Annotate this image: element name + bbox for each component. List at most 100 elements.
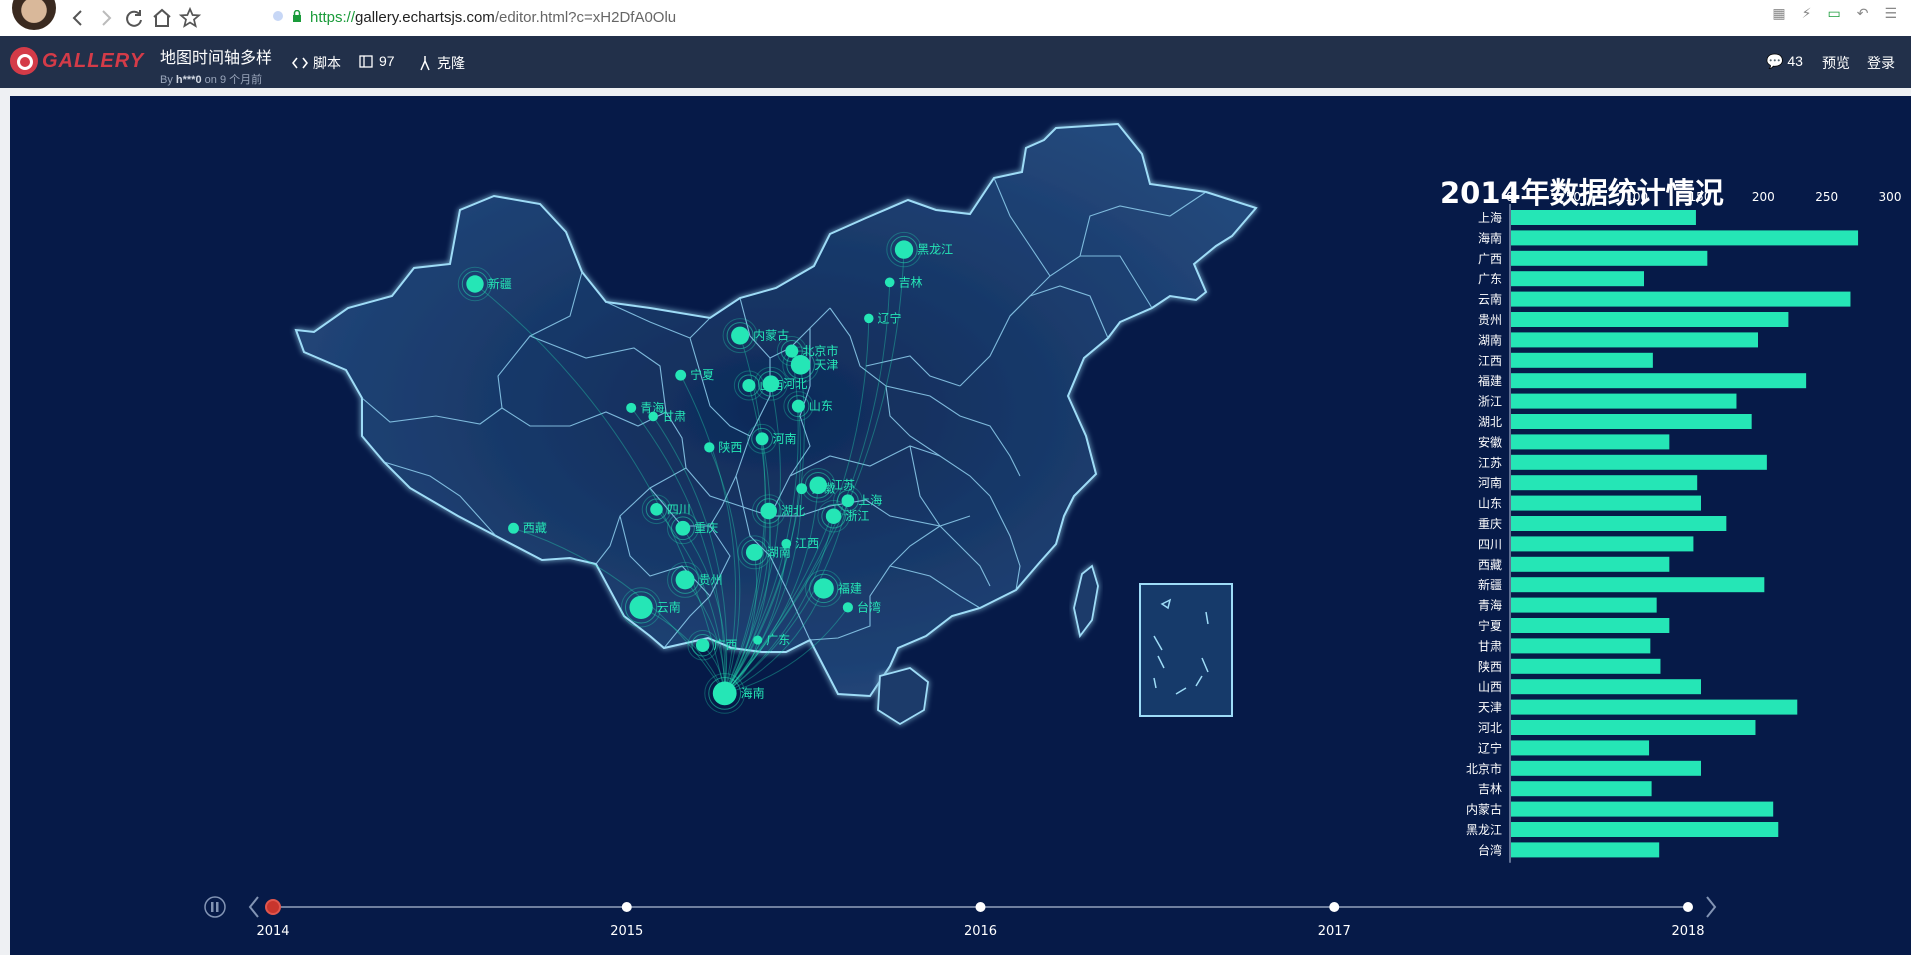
lightning-icon[interactable]: ⚡ xyxy=(1802,6,1812,22)
bar[interactable] xyxy=(1511,781,1652,797)
bar[interactable] xyxy=(1511,393,1737,409)
y-tick-label: 北京市 xyxy=(1466,761,1502,776)
back-button[interactable] xyxy=(66,6,90,30)
timeline-point[interactable] xyxy=(265,899,281,915)
city-label: 贵州 xyxy=(699,573,723,587)
gallery-logo[interactable]: GALLERY xyxy=(10,46,144,76)
y-tick-label: 广东 xyxy=(1478,272,1502,286)
bar[interactable] xyxy=(1511,577,1765,593)
thumbs-up-icon xyxy=(359,55,373,68)
lock-icon xyxy=(293,10,301,22)
reload-button[interactable] xyxy=(122,6,146,30)
bar[interactable] xyxy=(1511,414,1752,429)
timeline-label: 2016 xyxy=(964,924,997,939)
city-dot xyxy=(791,399,805,413)
timeline-label: 2017 xyxy=(1318,924,1351,939)
timeline[interactable]: 2014 2015 2016 2017 2018 xyxy=(204,896,1717,939)
south-china-sea-inset xyxy=(1139,583,1233,717)
bar[interactable] xyxy=(1511,312,1789,327)
bar[interactable] xyxy=(1511,495,1701,511)
bar[interactable] xyxy=(1511,516,1727,531)
bar[interactable] xyxy=(1511,801,1774,817)
grid-icon[interactable]: ▦ xyxy=(1772,6,1785,22)
url-path: /editor.html?c=xH2DfA0Olu xyxy=(494,9,677,26)
timeline-point[interactable] xyxy=(975,902,986,912)
city-marker[interactable]: 西藏 xyxy=(508,521,547,535)
y-tick-label: 青海 xyxy=(1478,598,1502,613)
browser-toolbar: https://gallery.echartsjs.com/editor.htm… xyxy=(0,0,1911,37)
city-label: 天津 xyxy=(814,358,838,372)
clone-button[interactable]: 克隆 xyxy=(418,53,465,73)
bar[interactable] xyxy=(1511,332,1758,348)
timeline-prev-icon[interactable] xyxy=(248,896,259,918)
bar[interactable] xyxy=(1511,842,1660,858)
bar[interactable] xyxy=(1511,230,1859,246)
city-label: 河北 xyxy=(783,377,807,391)
bar[interactable] xyxy=(1511,536,1694,552)
avatar[interactable] xyxy=(12,0,56,30)
y-tick-label: 湖北 xyxy=(1478,414,1502,429)
author-link[interactable]: h***0 xyxy=(176,74,202,86)
city-label: 甘肃 xyxy=(662,409,686,423)
taiwan-island xyxy=(1073,564,1099,639)
forward-button[interactable] xyxy=(94,6,118,30)
url-text[interactable]: https://gallery.echartsjs.com/editor.htm… xyxy=(310,9,676,26)
city-label: 北京市 xyxy=(802,343,838,358)
timeline-next-icon[interactable] xyxy=(1706,896,1717,918)
like-button[interactable]: 97 xyxy=(358,53,395,69)
menu-icon[interactable]: ☰ xyxy=(1884,6,1897,22)
bar[interactable] xyxy=(1511,720,1756,735)
bar[interactable] xyxy=(1511,822,1779,837)
bar[interactable] xyxy=(1511,475,1698,491)
login-button[interactable]: 登录 xyxy=(1867,53,1895,73)
timeline-point[interactable] xyxy=(1683,902,1693,912)
city-label: 辽宁 xyxy=(878,310,902,325)
preview-button[interactable]: 预览 xyxy=(1822,53,1850,73)
bar[interactable] xyxy=(1511,760,1701,776)
battery-icon[interactable]: ▭ xyxy=(1827,6,1840,22)
pause-icon[interactable] xyxy=(204,896,226,918)
address-bar[interactable]: https://gallery.echartsjs.com/editor.htm… xyxy=(250,5,1710,31)
timeline-point[interactable] xyxy=(621,902,632,912)
bar[interactable] xyxy=(1511,250,1708,266)
city-marker[interactable]: 海南 xyxy=(704,672,765,714)
bar[interactable] xyxy=(1511,271,1644,287)
y-tick-label: 湖南 xyxy=(1478,332,1502,347)
chart-canvas[interactable]: 新疆西藏青海甘肃宁夏内蒙古陕西山西河北北京市天津山东河南四川重庆湖北安徽江苏上海… xyxy=(10,96,1911,955)
script-label: 脚本 xyxy=(313,55,341,71)
y-tick-label: 河北 xyxy=(1478,721,1502,735)
bar[interactable] xyxy=(1511,434,1670,450)
city-dot xyxy=(864,313,874,324)
bar[interactable] xyxy=(1511,352,1653,368)
bar[interactable] xyxy=(1511,556,1670,572)
bar[interactable] xyxy=(1511,597,1657,613)
bar[interactable] xyxy=(1511,291,1851,307)
undo-icon[interactable]: ↶ xyxy=(1857,6,1869,22)
bar[interactable] xyxy=(1511,740,1650,756)
city-dot xyxy=(894,240,914,259)
city-dot xyxy=(675,369,687,381)
bar[interactable] xyxy=(1511,679,1701,695)
likes-count: 97 xyxy=(379,53,395,69)
city-label: 湖南 xyxy=(767,544,791,559)
bar[interactable] xyxy=(1511,658,1661,674)
city-dot xyxy=(675,570,695,590)
bookmark-button[interactable] xyxy=(178,6,202,30)
chart-svg: 新疆西藏青海甘肃宁夏内蒙古陕西山西河北北京市天津山东河南四川重庆湖北安徽江苏上海… xyxy=(204,122,1901,939)
y-tick-label: 黑龙江 xyxy=(1466,823,1502,837)
app-header: GALLERY 地图时间轴多样 By h***0 on 9 个月前 脚本 97 … xyxy=(0,36,1911,88)
bar[interactable] xyxy=(1511,373,1807,389)
page-title: 地图时间轴多样 xyxy=(160,50,273,67)
city-label: 山东 xyxy=(809,399,833,413)
bar[interactable] xyxy=(1511,454,1767,470)
bar[interactable] xyxy=(1511,699,1798,715)
bar[interactable] xyxy=(1511,638,1651,654)
bar[interactable] xyxy=(1511,618,1670,633)
home-button[interactable] xyxy=(150,6,174,30)
comments-button[interactable]: 💬 43 xyxy=(1766,53,1803,70)
script-button[interactable]: 脚本 xyxy=(292,53,341,73)
city-label: 西藏 xyxy=(523,521,547,535)
timeline-point[interactable] xyxy=(1329,902,1340,912)
bar[interactable] xyxy=(1511,210,1696,225)
y-tick-label: 陕西 xyxy=(1478,659,1502,674)
